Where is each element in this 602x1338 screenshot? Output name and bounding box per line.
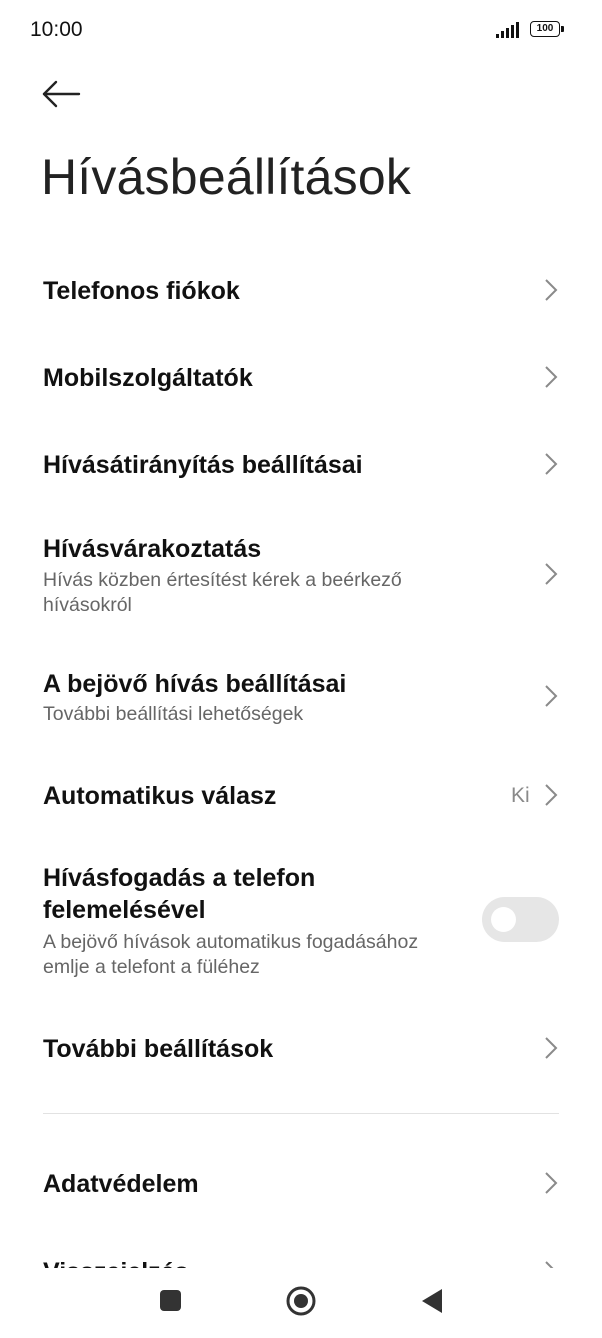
chevron-right-icon [545,1037,558,1059]
chevron-right-icon [545,784,558,806]
home-button[interactable] [281,1284,321,1318]
setting-label: Visszajelzés [43,1258,188,1268]
setting-more-settings[interactable]: További beállítások [0,1008,602,1088]
setting-label: További beállítások [43,1035,274,1063]
setting-privacy[interactable]: Adatvédelem [0,1145,602,1225]
toggle-knob [491,907,516,932]
setting-call-waiting[interactable]: Hívásvárakoztatás Hívás közben értesítés… [0,520,602,630]
battery-level: 100 [530,21,560,37]
status-bar: 10:00 100 [0,0,602,62]
setting-phone-accounts[interactable]: Telefonos fiókok [0,250,602,330]
chevron-right-icon [545,1172,558,1194]
setting-incoming-call[interactable]: A bejövő hívás beállításai További beáll… [0,655,602,740]
setting-label: Adatvédelem [43,1170,199,1198]
setting-call-forwarding[interactable]: Hívásátirányítás beállításai [0,424,602,504]
back-button[interactable] [40,76,84,116]
recents-button[interactable] [150,1284,190,1318]
setting-label: Hívásátirányítás beállításai [43,451,363,479]
setting-label: Automatikus válasz [43,782,277,810]
signal-icon [496,22,519,38]
chevron-right-icon [545,366,558,388]
setting-value: Ki [511,784,530,807]
setting-label: Mobilszolgáltatók [43,364,253,392]
battery-icon: 100 [530,21,564,39]
setting-label: Hívásfogadás a telefon [43,864,316,892]
raise-to-answer-toggle[interactable] [482,897,559,942]
setting-label: felemelésével [43,896,206,924]
setting-description: emlje a telefont a füléhez [43,956,260,978]
triangle-back-icon [422,1289,442,1313]
setting-label: Telefonos fiókok [43,277,240,305]
setting-description: A bejövő hívások automatikus fogadásához [43,931,419,953]
setting-feedback[interactable]: Visszajelzés [0,1240,602,1268]
setting-description: hívásokról [43,594,132,616]
chevron-right-icon [545,563,558,585]
chevron-right-icon [545,453,558,475]
arrow-left-icon [42,80,81,108]
chevron-right-icon [545,279,558,301]
chevron-right-icon [545,1261,554,1268]
back-nav-button[interactable] [412,1284,452,1318]
setting-mobile-carriers[interactable]: Mobilszolgáltatók [0,337,602,417]
setting-description: Hívás közben értesítést kérek a beérkező [43,569,402,591]
square-icon [160,1290,181,1311]
chevron-right-icon [545,685,558,707]
setting-auto-answer[interactable]: Automatikus válasz Ki [0,755,602,835]
setting-label: A bejövő hívás beállításai [43,670,347,698]
home-circle-icon [286,1286,316,1316]
setting-label: Hívásvárakoztatás [43,535,262,563]
status-time: 10:00 [30,18,83,41]
page-title: Hívásbeállítások [41,149,412,205]
section-divider [43,1113,559,1114]
setting-description: További beállítási lehetőségek [43,703,304,725]
